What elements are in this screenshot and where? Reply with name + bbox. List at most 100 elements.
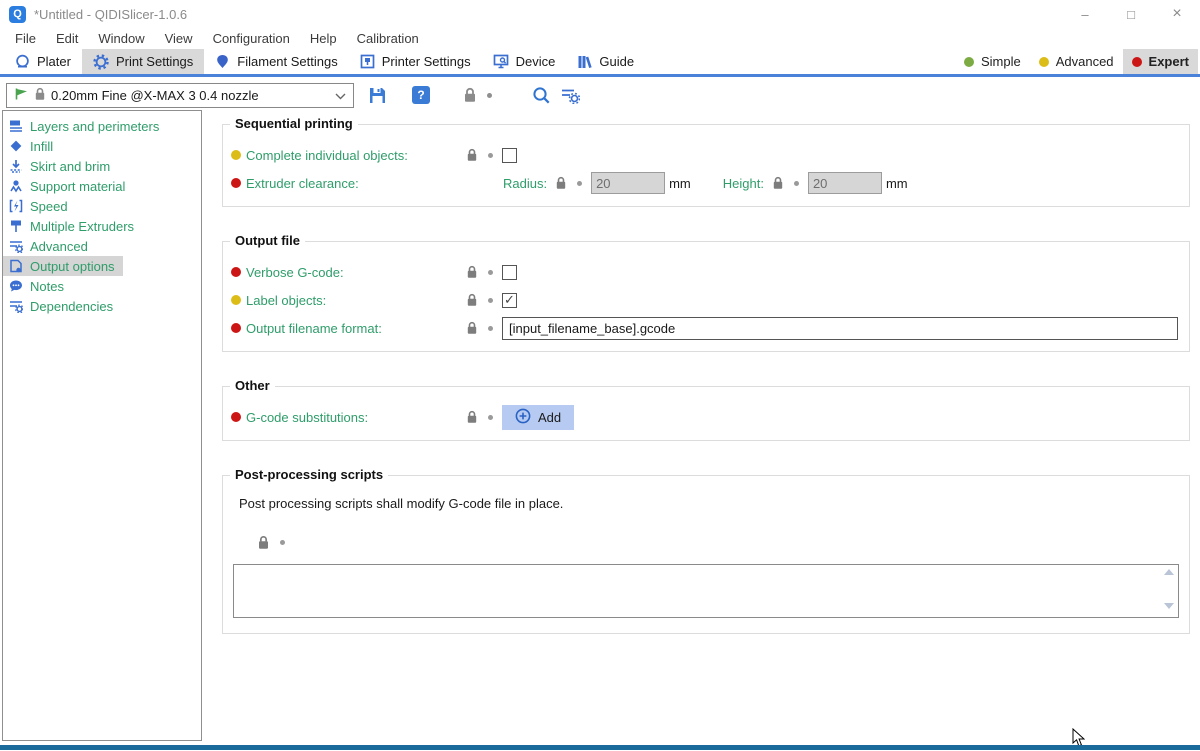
menu-edit[interactable]: Edit xyxy=(46,31,88,46)
lock-icon[interactable] xyxy=(466,148,478,162)
revert-dot-icon[interactable] xyxy=(488,270,493,275)
revert-dot-icon[interactable] xyxy=(577,181,582,186)
lock-preset-icon[interactable] xyxy=(463,87,477,103)
option-row-complete-individual-objects: Complete individual objects: xyxy=(231,141,1181,169)
window-controls: – □ × xyxy=(1062,0,1200,28)
verbose-gcode-checkbox[interactable] xyxy=(502,265,517,280)
section-title: Sequential printing xyxy=(230,116,358,131)
section-title: Other xyxy=(230,378,275,393)
mode-expert[interactable]: Expert xyxy=(1123,49,1198,74)
help-button[interactable]: ? xyxy=(412,86,430,104)
lock-icon[interactable] xyxy=(466,265,478,279)
lock-icon[interactable] xyxy=(466,410,478,424)
scroll-down-icon[interactable] xyxy=(1163,603,1175,613)
revert-dot-icon[interactable] xyxy=(488,415,493,420)
section-post-processing-scripts: Post-processing scripts Post processing … xyxy=(222,475,1190,634)
preset-flag-icon xyxy=(14,87,29,104)
lock-icon[interactable] xyxy=(772,176,784,190)
mode-flag-yellow-icon xyxy=(231,295,241,305)
save-preset-button[interactable] xyxy=(368,86,387,105)
simple-mode-dot-icon xyxy=(964,57,974,67)
revert-dot-icon[interactable] xyxy=(488,326,493,331)
expert-mode-dot-icon xyxy=(1132,57,1142,67)
close-button[interactable]: × xyxy=(1154,0,1200,28)
print-settings-icon xyxy=(93,54,109,70)
output-options-icon xyxy=(9,259,23,273)
post-processing-lock-row xyxy=(231,535,1181,550)
support-material-icon xyxy=(9,179,23,193)
sidebar-item-multiple-extruders[interactable]: Multiple Extruders xyxy=(3,216,142,236)
height-label: Height: xyxy=(723,176,764,191)
menu-view[interactable]: View xyxy=(155,31,203,46)
option-row-label-objects: Label objects: xyxy=(231,286,1181,314)
option-row-extruder-clearance: Extruder clearance: Radius: mm Height: m… xyxy=(231,169,1181,197)
infill-icon xyxy=(9,139,23,153)
app-logo-icon: Q xyxy=(9,6,26,23)
filament-settings-icon xyxy=(215,54,230,69)
revert-dot-icon[interactable] xyxy=(794,181,799,186)
preset-toolbar: 0.20mm Fine @X-MAX 3 0.4 nozzle ? xyxy=(0,77,1200,113)
extruder-clearance-radius-input[interactable] xyxy=(591,172,665,194)
sidebar-item-layers-and-perimeters[interactable]: Layers and perimeters xyxy=(3,116,167,136)
tab-device[interactable]: Device xyxy=(482,49,567,74)
menu-help[interactable]: Help xyxy=(300,31,347,46)
radius-unit: mm xyxy=(669,176,691,191)
tab-printer-settings[interactable]: Printer Settings xyxy=(349,49,482,74)
tab-filament-settings[interactable]: Filament Settings xyxy=(204,49,348,74)
label-objects-checkbox[interactable] xyxy=(502,293,517,308)
menu-configuration[interactable]: Configuration xyxy=(203,31,300,46)
maximize-button[interactable]: □ xyxy=(1108,0,1154,28)
tab-print-settings[interactable]: Print Settings xyxy=(82,49,204,74)
minimize-button[interactable]: – xyxy=(1062,0,1108,28)
compare-settings-button[interactable] xyxy=(560,87,580,104)
mode-simple[interactable]: Simple xyxy=(955,49,1030,74)
lock-icon[interactable] xyxy=(466,293,478,307)
mode-advanced[interactable]: Advanced xyxy=(1030,49,1123,74)
lock-icon[interactable] xyxy=(466,321,478,335)
section-sequential-printing: Sequential printing Complete individual … xyxy=(222,124,1190,207)
menu-file[interactable]: File xyxy=(5,31,46,46)
option-label: G-code substitutions: xyxy=(246,410,458,425)
search-button[interactable] xyxy=(532,86,551,105)
layers-icon xyxy=(9,119,23,133)
menu-calibration[interactable]: Calibration xyxy=(347,31,429,46)
add-substitution-button[interactable]: Add xyxy=(502,405,574,430)
lock-icon[interactable] xyxy=(257,535,270,550)
tab-plater[interactable]: Plater xyxy=(4,49,82,74)
sidebar-item-dependencies[interactable]: Dependencies xyxy=(3,296,121,316)
sidebar-item-speed[interactable]: Speed xyxy=(3,196,76,216)
plater-icon xyxy=(15,54,30,69)
sidebar-item-notes[interactable]: Notes xyxy=(3,276,72,296)
window-title: *Untitled - QIDISlicer-1.0.6 xyxy=(34,7,187,22)
sidebar-item-output-options[interactable]: Output options xyxy=(3,256,123,276)
revert-dot-icon[interactable] xyxy=(280,540,285,545)
tab-guide[interactable]: Guide xyxy=(566,49,645,74)
option-row-gcode-substitutions: G-code substitutions: Add xyxy=(231,403,1181,431)
advanced-icon xyxy=(9,239,23,253)
post-processing-script-textarea[interactable] xyxy=(234,565,1178,617)
settings-page-output-options: Sequential printing Complete individual … xyxy=(222,124,1190,668)
sidebar-item-infill[interactable]: Infill xyxy=(3,136,61,156)
scroll-up-icon[interactable] xyxy=(1163,569,1175,579)
section-other: Other G-code substitutions: Add xyxy=(222,386,1190,441)
tab-bar: Plater Print Settings Filament Settings … xyxy=(0,49,1200,77)
menu-window[interactable]: Window xyxy=(88,31,154,46)
sidebar-item-advanced[interactable]: Advanced xyxy=(3,236,96,256)
option-row-verbose-gcode: Verbose G-code: xyxy=(231,258,1181,286)
mode-flag-red-icon xyxy=(231,323,241,333)
lock-icon[interactable] xyxy=(555,176,567,190)
output-filename-format-input[interactable] xyxy=(502,317,1178,340)
sidebar-item-skirt-and-brim[interactable]: Skirt and brim xyxy=(3,156,118,176)
mode-flag-red-icon xyxy=(231,412,241,422)
revert-dot-icon[interactable] xyxy=(488,298,493,303)
section-output-file: Output file Verbose G-code: Label object… xyxy=(222,241,1190,352)
revert-dot-icon[interactable] xyxy=(487,93,492,98)
revert-dot-icon[interactable] xyxy=(488,153,493,158)
preset-dropdown[interactable]: 0.20mm Fine @X-MAX 3 0.4 nozzle xyxy=(6,83,354,108)
mode-switcher: Simple Advanced Expert xyxy=(955,49,1200,74)
sidebar-item-support-material[interactable]: Support material xyxy=(3,176,133,196)
complete-individual-objects-checkbox[interactable] xyxy=(502,148,517,163)
extruder-clearance-height-input[interactable] xyxy=(808,172,882,194)
option-label: Output filename format: xyxy=(246,321,458,336)
settings-category-sidebar: Layers and perimeters Infill Skirt and b… xyxy=(2,110,202,741)
